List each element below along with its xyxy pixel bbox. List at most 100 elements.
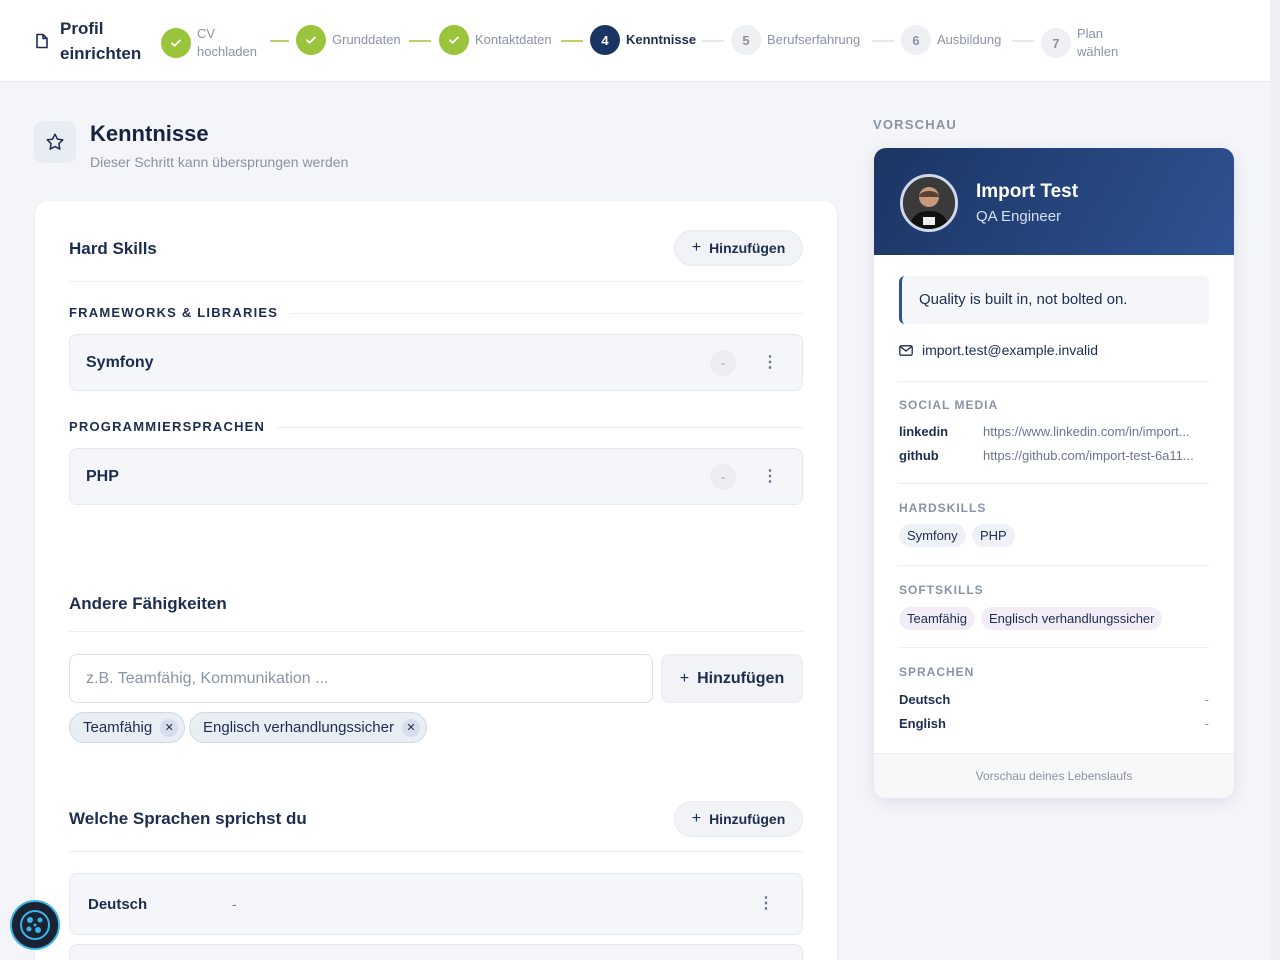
more-options-icon[interactable]: ⋮: [762, 351, 778, 375]
language-level[interactable]: -: [232, 896, 237, 912]
divider: [69, 631, 803, 632]
step-kontaktdaten[interactable]: Kontaktdaten: [439, 25, 552, 55]
language-preview-row: Deutsch -: [899, 692, 1209, 707]
document-icon: [36, 33, 48, 49]
check-icon: [161, 28, 191, 58]
language-level: -: [1204, 716, 1209, 731]
step-plan-waehlen[interactable]: 7 Plan wählen: [1041, 25, 1123, 61]
cookie-icon: [20, 910, 50, 940]
other-skill-input-wrap: [69, 654, 653, 703]
skill-level[interactable]: -: [710, 464, 736, 490]
preview-footer: Vorschau deines Lebenslaufs: [874, 753, 1234, 798]
language-preview-row: English -: [899, 716, 1209, 731]
language-name: Deutsch: [88, 896, 148, 913]
step-berufserfahrung[interactable]: 5 Berufserfahrung: [731, 25, 860, 55]
plus-icon: +: [691, 810, 702, 827]
button-label: Hinzufügen: [709, 811, 786, 827]
language-row[interactable]: [69, 944, 803, 960]
step-connector: [409, 40, 431, 42]
languages-title: Welche Sprachen sprichst du: [69, 809, 307, 828]
page-title: Kenntnisse: [90, 121, 209, 146]
cookie-settings-button[interactable]: [10, 900, 60, 950]
preview-header: Import Test QA Engineer: [874, 148, 1234, 255]
step-number: 6: [901, 25, 931, 55]
skill-name: Symfony: [86, 354, 154, 371]
check-icon: [296, 25, 326, 55]
step-label: CV hochladen: [197, 26, 257, 59]
step-label: Berufserfahrung: [767, 32, 861, 47]
divider: [69, 281, 803, 282]
cv-preview-card: Import Test QA Engineer Quality is built…: [874, 148, 1234, 798]
softskill-tag: Teamfähig: [899, 607, 975, 630]
social-url: https://www.linkedin.com/in/import...: [983, 424, 1190, 439]
other-skills-title: Andere Fähigkeiten: [69, 594, 227, 613]
step-cv-upload[interactable]: CV hochladen: [161, 25, 263, 61]
language-name: Deutsch: [899, 692, 951, 707]
category-label: FRAMEWORKS & LIBRARIES: [69, 305, 291, 320]
add-hard-skill-button[interactable]: + Hinzufügen: [674, 230, 803, 266]
step-label: Kontaktdaten: [475, 32, 552, 47]
step-label: Plan wählen: [1077, 26, 1119, 59]
step-connector: [872, 40, 894, 42]
category-label: PROGRAMMIERSPRACHEN: [69, 419, 278, 434]
preview-quote: Quality is built in, not bolted on.: [899, 276, 1209, 324]
hardskills-title: HARDSKILLS: [899, 501, 987, 515]
more-options-icon[interactable]: ⋮: [762, 465, 778, 489]
step-number: 5: [731, 25, 761, 55]
top-bar: Profil einrichten CV hochladen Grunddate…: [0, 0, 1270, 82]
divider: [899, 381, 1209, 382]
divider: [899, 647, 1209, 648]
social-title: SOCIAL MEDIA: [899, 398, 999, 412]
page-heading: Kenntnisse Dieser Schritt kann übersprun…: [34, 121, 348, 170]
social-key: github: [899, 448, 939, 463]
skill-level[interactable]: -: [710, 350, 736, 376]
page-header-title: Profil einrichten: [60, 19, 142, 63]
step-connector: [561, 40, 583, 42]
button-label: Hinzufügen: [697, 669, 785, 687]
preview-label: VORSCHAU: [873, 117, 957, 132]
scrollbar[interactable]: [1270, 0, 1280, 960]
step-number: 7: [1041, 28, 1071, 58]
social-row: linkedin https://www.linkedin.com/in/imp…: [899, 424, 1209, 439]
step-connector: [702, 40, 724, 42]
more-options-icon[interactable]: ⋮: [758, 893, 774, 913]
step-connector: [270, 40, 289, 42]
brand: Profil einrichten: [34, 16, 150, 66]
skill-row[interactable]: PHP - ⋮: [69, 448, 803, 505]
languages-preview-title: SPRACHEN: [899, 665, 975, 679]
divider: [69, 851, 803, 852]
star-icon: [34, 121, 76, 163]
plus-icon: +: [679, 669, 690, 687]
skills-card: Hard Skills + Hinzufügen FRAMEWORKS & LIB…: [35, 201, 837, 960]
step-kenntnisse[interactable]: 4 Kenntnisse: [590, 25, 696, 55]
plus-icon: +: [691, 239, 702, 256]
divider: [899, 483, 1209, 484]
mail-icon: [899, 344, 913, 356]
remove-icon[interactable]: ✕: [160, 718, 179, 737]
step-number: 4: [590, 25, 620, 55]
step-label: Kenntnisse: [626, 32, 697, 47]
skill-name: PHP: [86, 468, 119, 485]
preview-name: Import Test: [976, 181, 1079, 202]
email-text: import.test@example.invalid: [922, 342, 1099, 358]
hardskill-tag: Symfony: [899, 524, 966, 547]
page-subtitle: Dieser Schritt kann übersprungen werden: [90, 154, 349, 170]
button-label: Hinzufügen: [709, 240, 786, 256]
add-language-button[interactable]: + Hinzufügen: [674, 801, 803, 837]
chip-label: Teamfähig: [83, 719, 153, 736]
add-other-skill-button[interactable]: + Hinzufügen: [661, 654, 803, 703]
language-name: English: [899, 716, 946, 731]
social-key: linkedin: [899, 424, 949, 439]
language-row[interactable]: Deutsch - ⋮: [69, 873, 803, 935]
preview-role: QA Engineer: [976, 208, 1062, 225]
remove-icon[interactable]: ✕: [401, 718, 420, 737]
skill-row[interactable]: Symfony - ⋮: [69, 334, 803, 391]
step-connector: [1012, 40, 1034, 42]
social-row: github https://github.com/import-test-6a…: [899, 448, 1209, 463]
other-skill-input[interactable]: [70, 655, 652, 702]
step-grunddaten[interactable]: Grunddaten: [296, 25, 401, 55]
skill-chip: Englisch verhandlungssicher ✕: [189, 712, 427, 743]
chip-label: Englisch verhandlungssicher: [203, 719, 394, 736]
step-label: Ausbildung: [937, 32, 1002, 47]
step-ausbildung[interactable]: 6 Ausbildung: [901, 25, 1001, 55]
